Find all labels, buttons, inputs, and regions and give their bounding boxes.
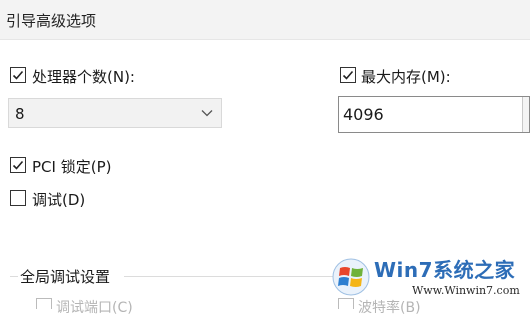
watermark-text: Win7系统之家: [374, 258, 516, 282]
checkmark-icon: [342, 70, 354, 80]
pci-lock-checkbox[interactable]: [10, 157, 26, 173]
watermark-url: Www.Winwin7.com: [412, 284, 520, 297]
global-debug-group-title: 全局调试设置: [20, 268, 111, 286]
max-memory-input[interactable]: 4096: [338, 96, 530, 133]
max-memory-checkbox[interactable]: [340, 67, 356, 83]
pci-lock-label: PCI 锁定(P): [32, 158, 112, 176]
debug-port-label: 调试端口(C): [56, 300, 133, 316]
processor-count-checkbox[interactable]: [10, 67, 26, 83]
processor-count-select[interactable]: 8: [8, 98, 222, 128]
dialog-title: 引导高级选项: [6, 12, 97, 30]
windows-logo-icon: [332, 258, 370, 296]
checkmark-icon: [12, 70, 24, 80]
max-memory-spinner[interactable]: [522, 97, 529, 132]
group-border-left: [10, 276, 18, 277]
checkmark-icon: [12, 160, 24, 170]
max-memory-label: 最大内存(M):: [361, 68, 451, 86]
processor-count-label: 处理器个数(N):: [32, 68, 135, 86]
max-memory-value: 4096: [343, 105, 384, 124]
debug-checkbox[interactable]: [10, 190, 26, 206]
debug-port-checkbox[interactable]: [36, 298, 52, 309]
processor-count-value: 8: [15, 105, 25, 123]
dialog-titlebar: 引导高级选项: [0, 0, 530, 40]
site-watermark: Win7系统之家 Www.Winwin7.com: [328, 248, 530, 307]
debug-label: 调试(D): [32, 191, 86, 209]
chevron-down-icon: [201, 110, 213, 117]
group-border-right: [124, 276, 334, 277]
